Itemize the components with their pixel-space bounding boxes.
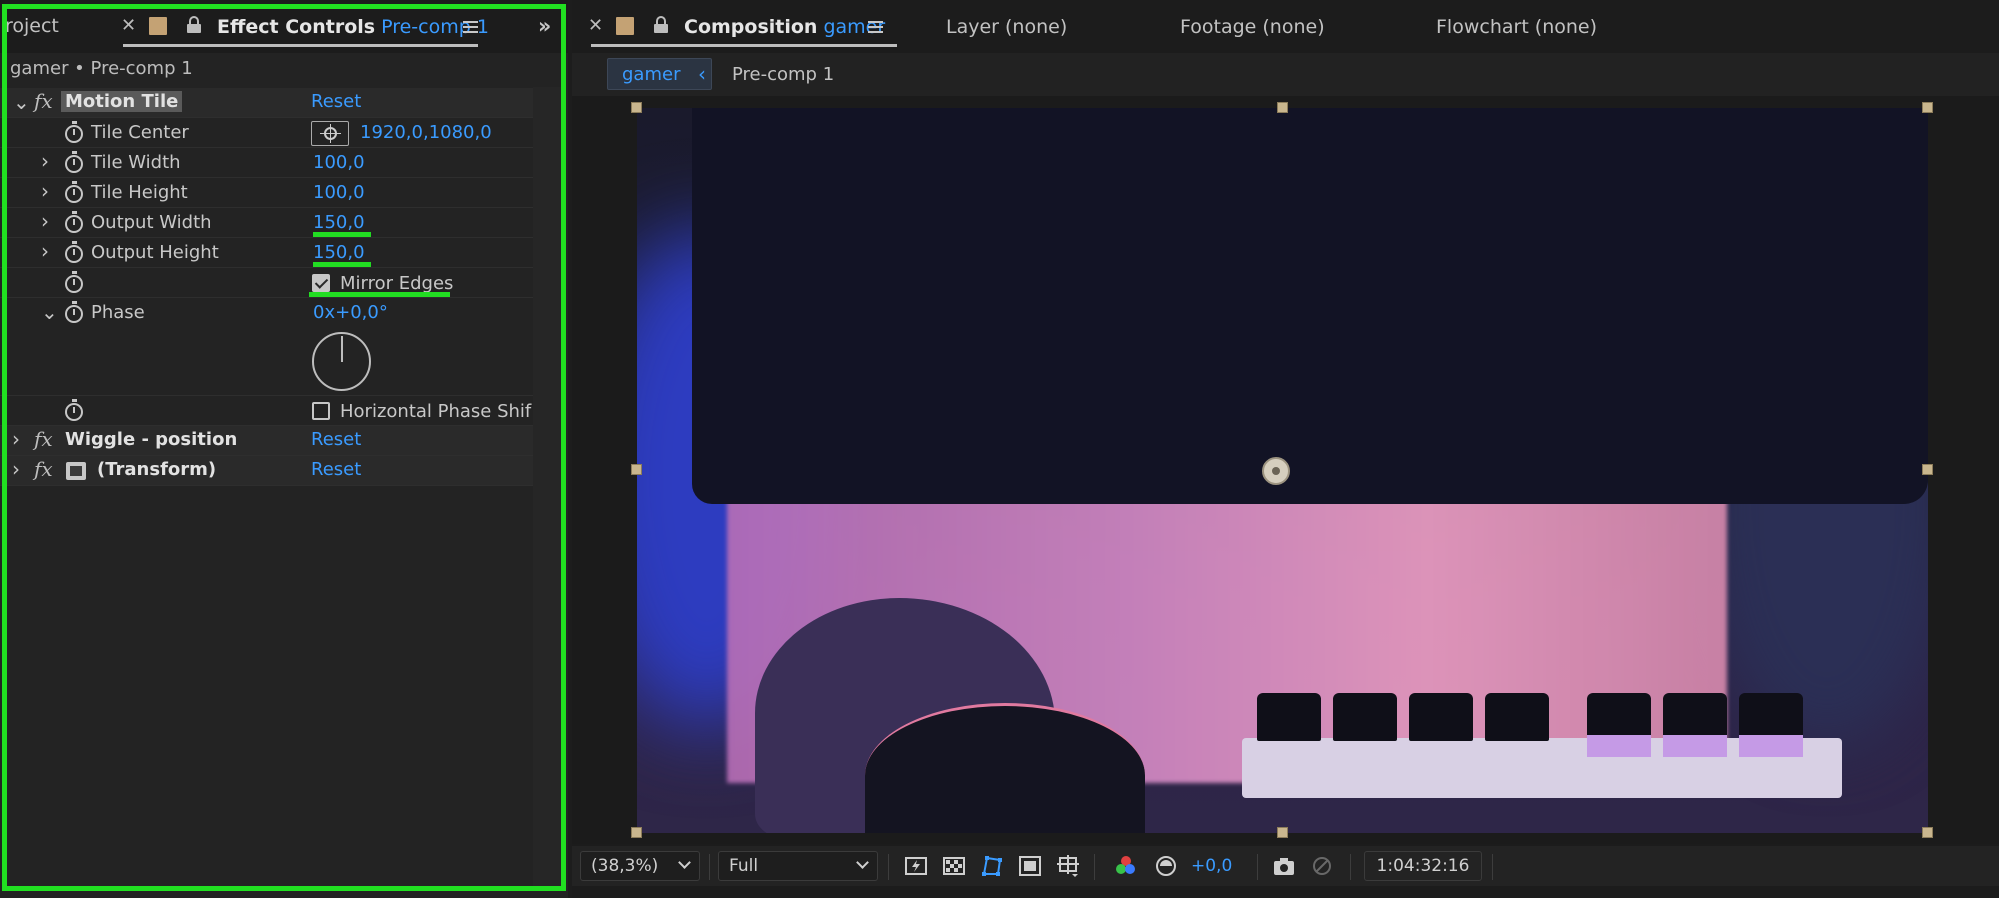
right-tab-bar: ✕ Composition gamer Layer (none) Footage …: [572, 0, 1999, 53]
magnification-value: (38,3%): [591, 856, 659, 876]
current-time-display[interactable]: 1:04:32:16: [1364, 851, 1482, 881]
highlight-frame: [2, 4, 566, 891]
toolbar-divider: [1094, 854, 1095, 880]
magnification-dropdown[interactable]: (38,3%): [580, 851, 700, 881]
show-snapshot-icon[interactable]: [1310, 854, 1334, 878]
toolbar-divider: [888, 854, 889, 880]
panel-menu-icon[interactable]: [868, 21, 883, 33]
keyboard-keys: [1257, 693, 1857, 757]
fast-previews-icon[interactable]: [904, 854, 928, 878]
composition-viewer[interactable]: [572, 96, 1999, 844]
tab-layer[interactable]: Layer (none): [946, 16, 1067, 38]
transform-handle[interactable]: [1922, 827, 1933, 838]
active-tab-underline: [591, 44, 897, 47]
effect-controls-panel: roject ✕ Effect Controls Pre-comp 1 ›› ga…: [0, 0, 568, 898]
comp-navigator-bar: gamer ‹ Pre-comp 1: [572, 53, 1999, 96]
toolbar-divider: [1492, 854, 1493, 880]
transform-handle[interactable]: [631, 102, 642, 113]
toolbar-divider: [1257, 854, 1258, 880]
mask-path-visibility-icon[interactable]: [980, 854, 1004, 878]
close-icon[interactable]: ✕: [588, 15, 603, 36]
transform-handle[interactable]: [1922, 464, 1933, 475]
toolbar-divider: [709, 854, 710, 880]
transform-handle[interactable]: [1277, 827, 1288, 838]
region-of-interest-icon[interactable]: [1018, 854, 1042, 878]
exposure-value[interactable]: +0,0: [1191, 856, 1232, 876]
anchor-point-icon[interactable]: [1262, 457, 1290, 485]
toolbar-divider: [1350, 854, 1351, 880]
tab-footage[interactable]: Footage (none): [1180, 16, 1325, 38]
tab-composition[interactable]: Composition gamer: [684, 16, 885, 38]
channel-color-icon[interactable]: [1114, 854, 1138, 878]
transparency-grid-icon[interactable]: [942, 854, 966, 878]
breadcrumb-gamer[interactable]: gamer ‹: [607, 58, 712, 90]
composition-label: Composition: [684, 16, 818, 38]
composition-panel: ✕ Composition gamer Layer (none) Footage …: [572, 0, 1999, 898]
breadcrumb-precomp[interactable]: Pre-comp 1: [732, 64, 834, 85]
transform-handle[interactable]: [1922, 102, 1933, 113]
camera-icon[interactable]: [1272, 854, 1296, 878]
resolution-value: Full: [729, 856, 759, 876]
transform-handle[interactable]: [631, 464, 642, 475]
transform-handle[interactable]: [631, 827, 642, 838]
lock-icon[interactable]: [654, 16, 668, 33]
viewer-toolbar: (38,3%) Full +0,0 1:04:32:16: [572, 846, 1999, 886]
after-effects-window: roject ✕ Effect Controls Pre-comp 1 ›› ga…: [0, 0, 1999, 898]
chevron-left-icon: ‹: [698, 62, 706, 86]
breadcrumb-label: gamer: [622, 64, 681, 85]
chevron-down-icon: [678, 856, 691, 869]
exposure-reset-icon[interactable]: [1154, 854, 1178, 878]
resolution-dropdown[interactable]: Full: [718, 851, 878, 881]
chevron-down-icon: [856, 856, 869, 869]
monitor-silhouette: [692, 108, 1928, 504]
composition-frame[interactable]: [637, 108, 1928, 833]
tab-flowchart[interactable]: Flowchart (none): [1436, 16, 1597, 38]
label-color-swatch: [616, 17, 634, 35]
transform-handle[interactable]: [1277, 102, 1288, 113]
grid-guides-icon[interactable]: [1056, 854, 1080, 878]
